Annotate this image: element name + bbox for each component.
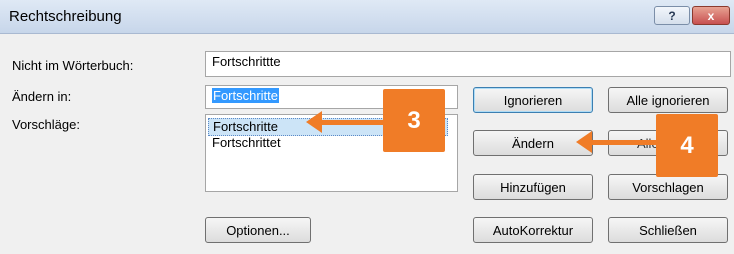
add-button[interactable]: Hinzufügen — [473, 174, 593, 200]
help-icon: ? — [668, 8, 676, 23]
callout-badge-3: 3 — [383, 89, 445, 152]
window-title: Rechtschreibung — [9, 8, 122, 25]
label-suggestions: Vorschläge: — [12, 117, 80, 132]
titlebar: Rechtschreibung ? x — [0, 0, 734, 34]
label-change-to: Ändern in: — [12, 89, 72, 104]
not-in-dict-value: Fortschrittte — [212, 54, 281, 69]
suggestion-item[interactable]: Fortschrittet — [210, 135, 283, 151]
not-in-dict-field[interactable]: Fortschrittte — [205, 51, 731, 77]
ignore-button[interactable]: Ignorieren — [473, 87, 593, 113]
help-button[interactable]: ? — [654, 6, 690, 25]
callout-arrow-line — [590, 140, 660, 145]
ignore-all-button[interactable]: Alle ignorieren — [608, 87, 728, 113]
suggest-button[interactable]: Vorschlagen — [608, 174, 728, 200]
close-icon: x — [707, 8, 715, 23]
callout-arrow-head-icon — [576, 131, 592, 153]
change-to-value: Fortschritte — [212, 88, 280, 103]
change-button[interactable]: Ändern — [473, 130, 593, 156]
autocorrect-button[interactable]: AutoKorrektur — [473, 217, 593, 243]
callout-number: 3 — [407, 106, 421, 134]
callout-number: 4 — [680, 131, 694, 159]
close-button[interactable]: x — [692, 6, 730, 25]
options-button[interactable]: Optionen... — [205, 217, 311, 243]
close-dialog-button[interactable]: Schließen — [608, 217, 728, 243]
callout-arrow-head-icon — [306, 111, 322, 133]
callout-badge-4: 4 — [656, 114, 718, 177]
callout-arrow-line — [320, 120, 385, 125]
label-not-in-dict: Nicht im Wörterbuch: — [12, 58, 134, 73]
